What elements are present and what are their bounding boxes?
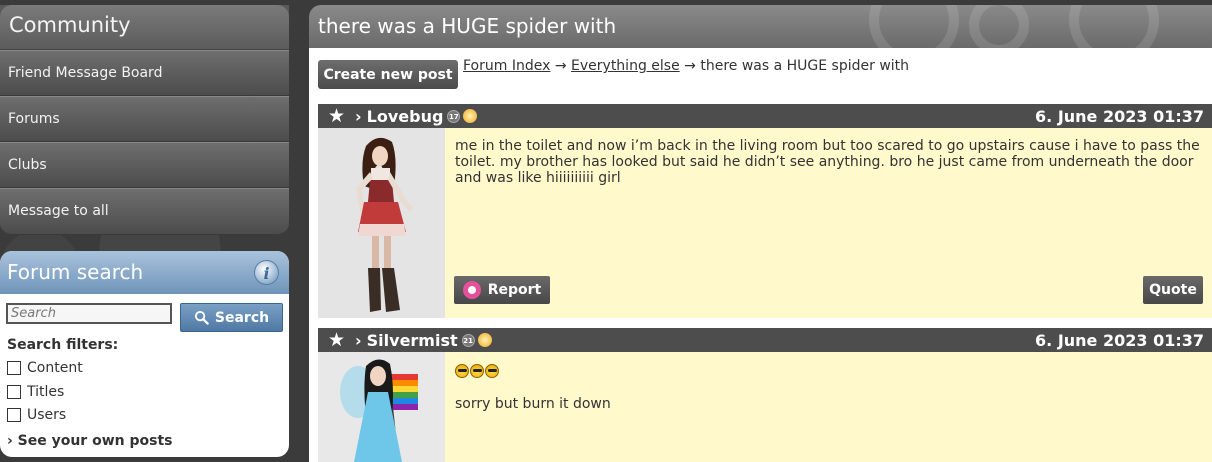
avatar-image <box>318 128 445 318</box>
star-icon[interactable]: ★ <box>328 105 345 127</box>
forum-search-panel: Forum search i Search Search filters: Co… <box>0 251 289 457</box>
filter-content-checkbox[interactable] <box>7 361 21 375</box>
level-badge: 17 <box>447 109 461 123</box>
quote-button[interactable]: Quote <box>1143 276 1203 304</box>
post-message-cell: sorry but burn it down <box>445 352 1212 462</box>
filter-users-checkbox[interactable] <box>7 408 21 422</box>
filter-content[interactable]: Content <box>7 360 83 376</box>
report-icon <box>462 281 481 299</box>
create-new-post-button[interactable]: Create new post <box>318 60 458 89</box>
post-author-arrow: › <box>355 106 362 126</box>
vip-badge-icon <box>477 333 492 347</box>
search-button[interactable]: Search <box>180 303 283 332</box>
header-decoration <box>1069 5 1159 48</box>
post-content: sorry but burn it down <box>318 352 1212 462</box>
post-author[interactable]: Silvermist <box>367 331 458 350</box>
post-message-cell: me in the toilet and now i’m back in the… <box>445 128 1212 318</box>
search-filters-label: Search filters: <box>7 337 119 353</box>
post-message: sorry but burn it down <box>455 396 611 412</box>
filter-titles-checkbox[interactable] <box>7 385 21 399</box>
breadcrumb: Forum Index → Everything else → there wa… <box>463 58 909 74</box>
post-date: 6. June 2023 01:37 <box>1035 107 1204 126</box>
breadcrumb-separator: → <box>550 58 572 74</box>
cool-emoji-icon <box>485 364 499 378</box>
report-label: Report <box>487 282 542 298</box>
filter-content-label: Content <box>27 360 83 376</box>
forum-search-header: Forum search i <box>0 251 289 294</box>
avatar[interactable] <box>318 128 445 318</box>
cool-emoji-icon <box>470 364 484 378</box>
post: ★ › Lovebug 17 6. June 2023 01:37 me in … <box>318 104 1212 318</box>
post: ★ › Silvermist 21 6. June 2023 01:37 sor… <box>318 328 1212 462</box>
post-content: me in the toilet and now i’m back in the… <box>318 128 1212 318</box>
cool-emoji-icon <box>455 364 469 378</box>
nav-forums[interactable]: Forums <box>0 96 289 142</box>
avatar-image <box>318 352 445 462</box>
sidebar: Community Friend Message Board Forums Cl… <box>0 5 289 235</box>
main-panel: there was a HUGE spider with Create new … <box>309 5 1212 462</box>
report-button[interactable]: Report <box>454 276 550 304</box>
see-own-posts-link[interactable]: › See your own posts <box>7 433 172 449</box>
community-panel: Community Friend Message Board Forums Cl… <box>0 5 289 235</box>
search-input[interactable] <box>6 303 172 324</box>
breadcrumb-current: there was a HUGE spider with <box>700 58 910 74</box>
nav-clubs[interactable]: Clubs <box>0 142 289 188</box>
post-author[interactable]: Lovebug <box>367 107 444 126</box>
breadcrumb-separator: → <box>679 58 701 74</box>
post-author-arrow: › <box>355 330 362 350</box>
post-header: ★ › Silvermist 21 6. June 2023 01:37 <box>318 328 1212 352</box>
post-header: ★ › Lovebug 17 6. June 2023 01:37 <box>318 104 1212 128</box>
search-row: Search <box>6 303 284 333</box>
thread-title: there was a HUGE spider with <box>318 14 617 38</box>
forum-search-title: Forum search <box>7 260 144 284</box>
header-decoration <box>969 5 1029 48</box>
thread-header: there was a HUGE spider with <box>309 5 1212 48</box>
level-badge: 21 <box>461 333 475 347</box>
community-title: Community <box>0 5 289 50</box>
post-date: 6. June 2023 01:37 <box>1035 331 1204 350</box>
search-button-label: Search <box>214 309 270 326</box>
star-icon[interactable]: ★ <box>328 329 345 351</box>
breadcrumb-forum-index[interactable]: Forum Index <box>463 58 550 74</box>
post-message: me in the toilet and now i’m back in the… <box>455 138 1200 186</box>
breadcrumb-everything-else[interactable]: Everything else <box>571 58 680 74</box>
filter-titles-label: Titles <box>27 384 65 400</box>
thread-body: Create new post Forum Index → Everything… <box>309 48 1212 462</box>
header-decoration <box>869 5 959 48</box>
nav-message-to-all[interactable]: Message to all <box>0 188 289 235</box>
magnifier-icon <box>194 310 209 325</box>
nav-friend-message-board[interactable]: Friend Message Board <box>0 50 289 96</box>
emoji-row <box>455 364 1202 378</box>
filter-users[interactable]: Users <box>7 407 66 423</box>
filter-users-label: Users <box>27 407 67 423</box>
filter-titles[interactable]: Titles <box>7 384 64 400</box>
vip-badge-icon <box>463 109 478 123</box>
avatar[interactable] <box>318 352 445 462</box>
info-icon[interactable]: i <box>254 260 279 285</box>
